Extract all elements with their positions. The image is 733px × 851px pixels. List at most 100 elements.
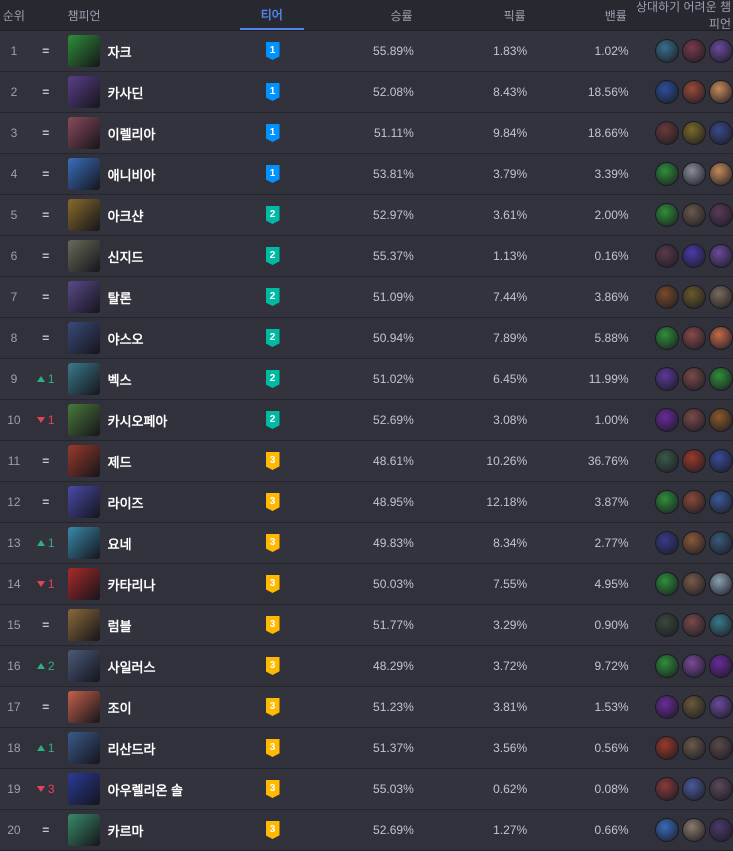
table-row[interactable]: 2 = 카사딘 1 52.08% 8.43% 18.56% <box>0 72 733 113</box>
counter-champion-icon[interactable] <box>709 490 733 514</box>
champion-portrait-icon[interactable] <box>67 732 100 764</box>
counter-champion-icon[interactable] <box>655 326 679 350</box>
champion-name[interactable]: 리산드라 <box>108 739 156 758</box>
counter-champion-icon[interactable] <box>682 531 706 555</box>
counter-champion-icon[interactable] <box>709 408 733 432</box>
table-row[interactable]: 13 1 요네 3 49.83% 8.34% 2.77% <box>0 523 733 564</box>
champion-portrait-icon[interactable] <box>67 240 100 272</box>
table-row[interactable]: 8 = 야스오 2 50.94% 7.89% 5.88% <box>0 318 733 359</box>
counter-champion-icon[interactable] <box>709 777 733 801</box>
counter-champion-icon[interactable] <box>655 777 679 801</box>
champion-name[interactable]: 카사딘 <box>108 83 144 102</box>
table-row[interactable]: 17 = 조이 3 51.23% 3.81% 1.53% <box>0 687 733 728</box>
champion-cell[interactable]: 조이 <box>64 691 241 723</box>
table-row[interactable]: 20 = 카르마 3 52.69% 1.27% 0.66% <box>0 810 733 851</box>
counter-champion-icon[interactable] <box>682 285 706 309</box>
counter-champion-icon[interactable] <box>682 39 706 63</box>
counter-champion-icon[interactable] <box>682 449 706 473</box>
table-row[interactable]: 9 1 벡스 2 51.02% 6.45% 11.99% <box>0 359 733 400</box>
champion-portrait-icon[interactable] <box>67 363 100 395</box>
counter-champion-icon[interactable] <box>682 572 706 596</box>
counter-champion-icon[interactable] <box>682 736 706 760</box>
table-row[interactable]: 11 = 제드 3 48.61% 10.26% 36.76% <box>0 441 733 482</box>
table-row[interactable]: 16 2 사일러스 3 48.29% 3.72% 9.72% <box>0 646 733 687</box>
counter-champion-icon[interactable] <box>655 121 679 145</box>
counter-champion-icon[interactable] <box>709 367 733 391</box>
champion-name[interactable]: 아크샨 <box>108 206 144 225</box>
counter-champion-icon[interactable] <box>655 695 679 719</box>
table-row[interactable]: 15 = 럼블 3 51.77% 3.29% 0.90% <box>0 605 733 646</box>
counter-champion-icon[interactable] <box>709 449 733 473</box>
champion-name[interactable]: 야스오 <box>108 329 144 348</box>
counter-champion-icon[interactable] <box>709 162 733 186</box>
champion-cell[interactable]: 카사딘 <box>64 76 241 108</box>
champion-name[interactable]: 제드 <box>108 452 132 471</box>
counter-champion-icon[interactable] <box>682 777 706 801</box>
counter-champion-icon[interactable] <box>655 490 679 514</box>
champion-portrait-icon[interactable] <box>67 773 100 805</box>
counter-champion-icon[interactable] <box>709 80 733 104</box>
counter-champion-icon[interactable] <box>655 408 679 432</box>
counter-champion-icon[interactable] <box>655 654 679 678</box>
counter-champion-icon[interactable] <box>682 408 706 432</box>
champion-name[interactable]: 신지드 <box>108 247 144 266</box>
table-row[interactable]: 14 1 카타리나 3 50.03% 7.55% 4.95% <box>0 564 733 605</box>
counter-champion-icon[interactable] <box>709 326 733 350</box>
champion-portrait-icon[interactable] <box>67 527 100 559</box>
counter-champion-icon[interactable] <box>709 203 733 227</box>
table-row[interactable]: 5 = 아크샨 2 52.97% 3.61% 2.00% <box>0 195 733 236</box>
champion-name[interactable]: 카타리나 <box>108 575 156 594</box>
champion-cell[interactable]: 야스오 <box>64 322 241 354</box>
counter-champion-icon[interactable] <box>655 285 679 309</box>
header-winrate[interactable]: 승률 <box>304 7 413 24</box>
champion-portrait-icon[interactable] <box>67 609 100 641</box>
champion-cell[interactable]: 탈론 <box>64 281 241 313</box>
counter-champion-icon[interactable] <box>682 695 706 719</box>
counter-champion-icon[interactable] <box>682 244 706 268</box>
counter-champion-icon[interactable] <box>655 244 679 268</box>
champion-portrait-icon[interactable] <box>67 158 100 190</box>
counter-champion-icon[interactable] <box>655 818 679 842</box>
counter-champion-icon[interactable] <box>682 818 706 842</box>
header-banrate[interactable]: 밴률 <box>526 7 627 24</box>
counter-champion-icon[interactable] <box>682 121 706 145</box>
counter-champion-icon[interactable] <box>709 654 733 678</box>
champion-portrait-icon[interactable] <box>67 199 100 231</box>
counter-champion-icon[interactable] <box>709 818 733 842</box>
counter-champion-icon[interactable] <box>655 736 679 760</box>
table-row[interactable]: 3 = 이렐리아 1 51.11% 9.84% 18.66% <box>0 113 733 154</box>
champion-name[interactable]: 사일러스 <box>108 657 156 676</box>
counter-champion-icon[interactable] <box>682 367 706 391</box>
counter-champion-icon[interactable] <box>655 367 679 391</box>
counter-champion-icon[interactable] <box>709 39 733 63</box>
table-row[interactable]: 12 = 라이즈 3 48.95% 12.18% 3.87% <box>0 482 733 523</box>
champion-name[interactable]: 조이 <box>108 698 132 717</box>
champion-cell[interactable]: 신지드 <box>64 240 241 272</box>
counter-champion-icon[interactable] <box>709 244 733 268</box>
champion-name[interactable]: 아우렐리온 솔 <box>108 780 183 799</box>
champion-cell[interactable]: 리산드라 <box>64 732 241 764</box>
champion-portrait-icon[interactable] <box>67 281 100 313</box>
counter-champion-icon[interactable] <box>682 203 706 227</box>
champion-cell[interactable]: 카타리나 <box>64 568 241 600</box>
champion-cell[interactable]: 이렐리아 <box>64 117 241 149</box>
counter-champion-icon[interactable] <box>682 654 706 678</box>
counter-champion-icon[interactable] <box>682 490 706 514</box>
counter-champion-icon[interactable] <box>655 572 679 596</box>
counter-champion-icon[interactable] <box>655 162 679 186</box>
table-row[interactable]: 7 = 탈론 2 51.09% 7.44% 3.86% <box>0 277 733 318</box>
counter-champion-icon[interactable] <box>682 326 706 350</box>
header-pickrate[interactable]: 픽률 <box>413 7 526 24</box>
champion-name[interactable]: 벡스 <box>108 370 132 389</box>
header-rank[interactable]: 순위 <box>0 7 28 24</box>
champion-cell[interactable]: 카시오페아 <box>64 404 241 436</box>
champion-name[interactable]: 탈론 <box>108 288 132 307</box>
table-row[interactable]: 6 = 신지드 2 55.37% 1.13% 0.16% <box>0 236 733 277</box>
champion-name[interactable]: 카르마 <box>108 821 144 840</box>
champion-cell[interactable]: 럼블 <box>64 609 241 641</box>
champion-name[interactable]: 카시오페아 <box>108 411 168 430</box>
table-row[interactable]: 19 3 아우렐리온 솔 3 55.03% 0.62% 0.08% <box>0 769 733 810</box>
champion-name[interactable]: 자크 <box>108 42 132 61</box>
champion-cell[interactable]: 벡스 <box>64 363 241 395</box>
table-row[interactable]: 10 1 카시오페아 2 52.69% 3.08% 1.00% <box>0 400 733 441</box>
